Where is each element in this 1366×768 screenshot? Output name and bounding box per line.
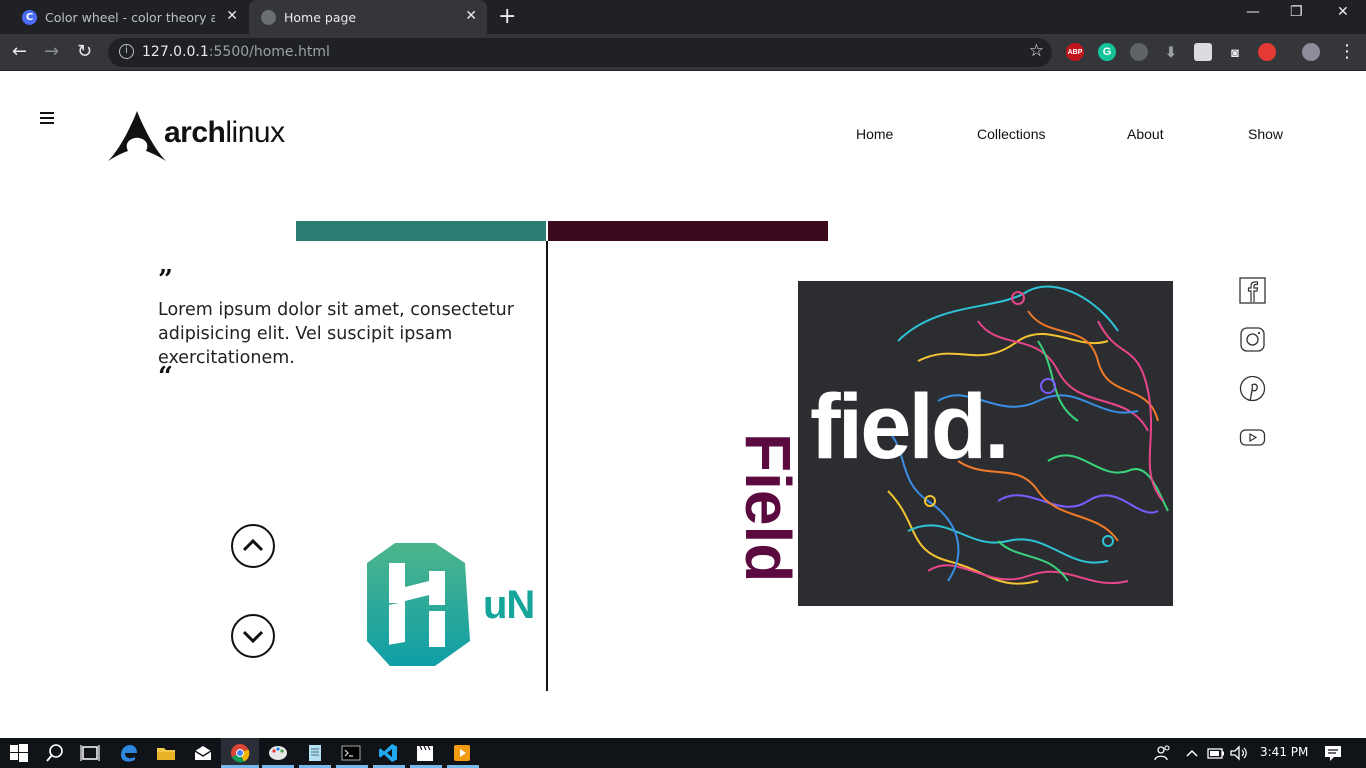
chevron-up-tray-icon[interactable]	[1182, 743, 1202, 763]
minimize-icon[interactable]: —	[1246, 4, 1260, 20]
reload-icon[interactable]: ↻	[77, 41, 92, 62]
incognito-extension-icon[interactable]: ◙	[1226, 43, 1244, 61]
hun-letters: uN	[483, 583, 535, 627]
nav-show[interactable]: Show	[1248, 126, 1283, 142]
tab-home-page[interactable]: Home page ✕	[249, 0, 487, 34]
media-player-icon[interactable]	[452, 743, 472, 763]
tab-title: Color wheel - color theory and c	[45, 9, 215, 25]
search-icon[interactable]	[45, 743, 65, 763]
globe-favicon-icon	[261, 9, 276, 25]
quote-open-icon: ”	[158, 265, 173, 295]
file-explorer-icon[interactable]	[156, 743, 176, 763]
taskbar-clock[interactable]: 3:41 PM	[1260, 745, 1308, 759]
page-content: archlinux Home Collections About Show ” …	[0, 71, 1366, 738]
restore-icon[interactable]: ❐	[1290, 4, 1303, 20]
archlinux-logo[interactable]: archlinux	[108, 111, 328, 163]
action-center-icon[interactable]	[1323, 743, 1343, 763]
logo-wordmark: archlinux	[164, 116, 285, 149]
profile-avatar[interactable]	[1302, 43, 1320, 61]
command-prompt-icon[interactable]	[341, 743, 361, 763]
chrome-icon[interactable]	[230, 743, 250, 763]
browser-toolbar: ← → ↻ i 127.0.0.1:5500/home.html ☆ ABP G…	[0, 34, 1366, 71]
chevron-up-icon	[242, 538, 264, 552]
scroll-up-button[interactable]	[231, 524, 275, 568]
field-card-word: field.	[810, 376, 1010, 478]
forward-icon[interactable]: →	[44, 41, 59, 62]
hun-logo: uN	[365, 541, 545, 671]
red-extension-icon[interactable]	[1258, 43, 1276, 61]
windows-start-icon[interactable]	[9, 743, 29, 763]
quote-close-icon: “	[158, 362, 173, 392]
hun-hexagon-icon	[367, 543, 470, 666]
cube-extension-icon[interactable]	[1194, 43, 1212, 61]
hamburger-menu-icon[interactable]	[40, 112, 54, 127]
close-tab-icon[interactable]: ✕	[465, 8, 477, 24]
volume-icon[interactable]	[1229, 743, 1249, 763]
tab-color-wheel[interactable]: C Color wheel - color theory and c ✕	[8, 0, 248, 34]
grammarly-icon[interactable]: G	[1098, 43, 1116, 61]
maroon-accent-bar	[548, 221, 828, 241]
field-artwork-card[interactable]: field.	[798, 281, 1173, 606]
adblock-plus-icon[interactable]: ABP	[1066, 43, 1084, 61]
address-bar[interactable]: i 127.0.0.1:5500/home.html ☆	[108, 38, 1052, 67]
instagram-icon[interactable]	[1239, 326, 1266, 353]
close-tab-icon[interactable]: ✕	[226, 8, 238, 24]
nav-home[interactable]: Home	[856, 126, 893, 142]
quote-text: Lorem ipsum dolor sit amet, consectetur …	[158, 300, 514, 368]
teal-accent-bar	[296, 221, 546, 241]
arch-triangle-icon	[108, 111, 166, 161]
field-vertical-text: Field	[732, 433, 802, 583]
battery-icon[interactable]	[1206, 743, 1226, 763]
info-icon[interactable]: i	[119, 44, 134, 59]
notepad-icon[interactable]	[305, 743, 325, 763]
menu-kebab-icon[interactable]: ⋮	[1338, 41, 1356, 62]
youtube-icon[interactable]	[1239, 424, 1266, 451]
url-text: 127.0.0.1:5500/home.html	[142, 44, 330, 60]
chevron-down-icon	[242, 630, 264, 644]
download-icon[interactable]: ⬇	[1162, 43, 1180, 61]
nav-collections[interactable]: Collections	[977, 126, 1045, 142]
windows-taskbar: 3:41 PM	[0, 738, 1366, 768]
task-view-icon[interactable]	[80, 743, 100, 763]
mail-icon[interactable]	[193, 743, 213, 763]
close-window-icon[interactable]: ✕	[1337, 4, 1349, 20]
edge-icon[interactable]	[118, 743, 138, 763]
facebook-icon[interactable]	[1239, 277, 1266, 304]
tab-title: Home page	[284, 9, 357, 25]
vertical-divider	[546, 241, 548, 691]
browser-tab-strip: C Color wheel - color theory and c ✕ Hom…	[0, 0, 1366, 34]
paint-icon[interactable]	[268, 743, 288, 763]
people-icon[interactable]	[1153, 743, 1173, 763]
extension-circle-icon[interactable]	[1130, 43, 1148, 61]
nav-about[interactable]: About	[1127, 126, 1164, 142]
new-tab-button[interactable]: +	[498, 4, 516, 29]
pinterest-icon[interactable]	[1239, 375, 1266, 402]
scroll-down-button[interactable]	[231, 614, 275, 658]
bookmark-star-icon[interactable]: ☆	[1029, 41, 1044, 61]
vscode-icon[interactable]	[378, 743, 398, 763]
clapperboard-icon[interactable]	[415, 743, 435, 763]
canva-favicon-icon: C	[22, 9, 37, 25]
back-icon[interactable]: ←	[12, 41, 27, 62]
